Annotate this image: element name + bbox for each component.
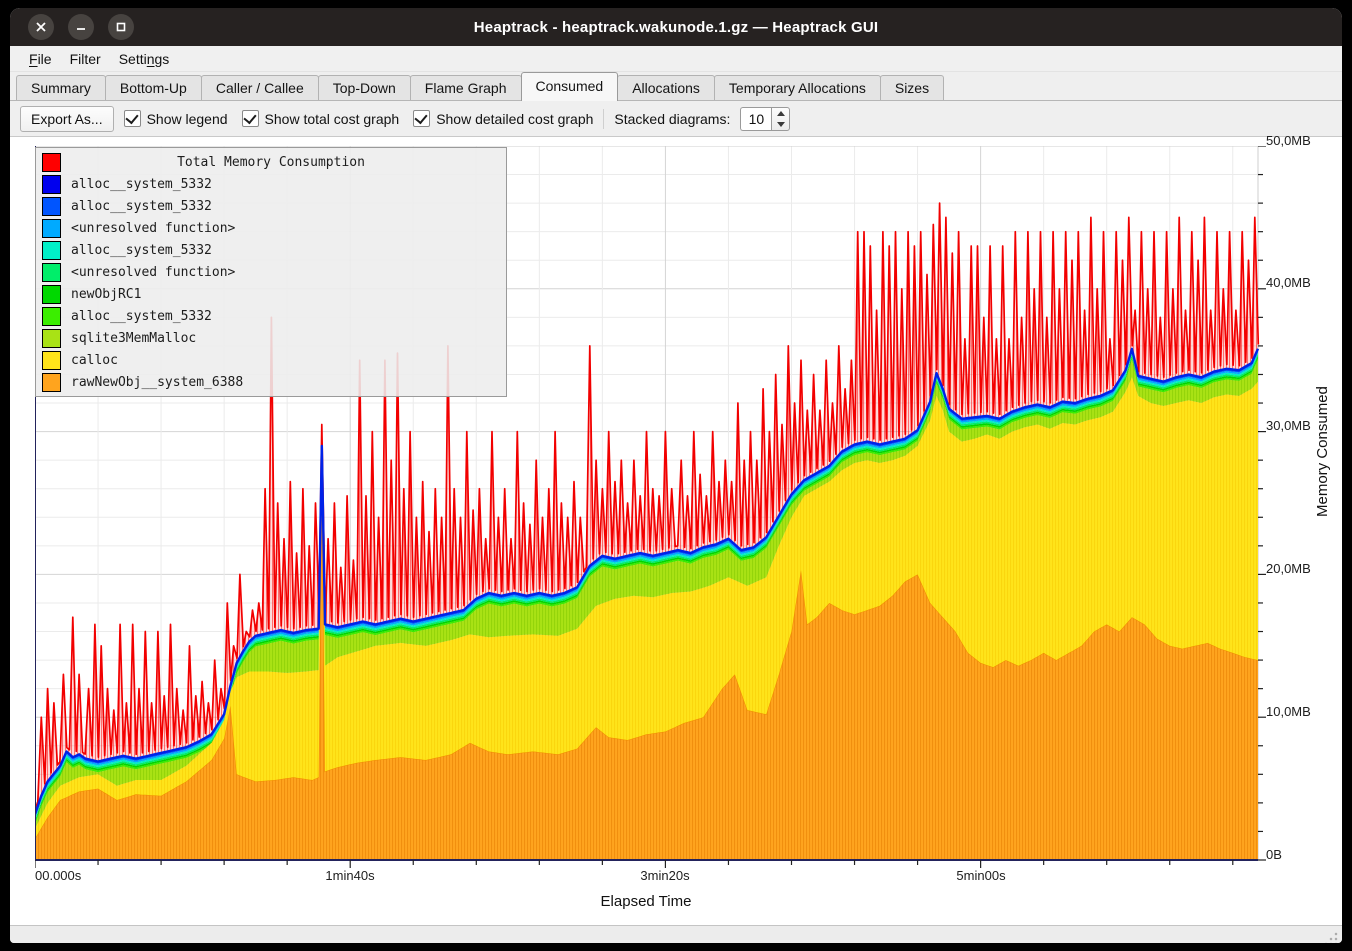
legend-swatch <box>42 373 61 392</box>
legend-item: alloc__system_5332 <box>36 305 506 327</box>
window-title: Heaptrack - heaptrack.wakunode.1.gz — He… <box>10 19 1342 36</box>
legend-label: alloc__system_5332 <box>71 199 212 214</box>
legend-item: calloc <box>36 349 506 371</box>
legend-swatch <box>42 197 61 216</box>
legend-label: sqlite3MemMalloc <box>71 331 196 346</box>
legend-swatch <box>42 329 61 348</box>
checkbox-label: Show detailed cost graph <box>436 111 593 127</box>
x-tick-100: 1min40s <box>325 868 374 883</box>
legend-swatch <box>42 175 61 194</box>
legend-item: sqlite3MemMalloc <box>36 327 506 349</box>
legend-item: <unresolved function> <box>36 261 506 283</box>
checkmark-icon <box>242 110 259 127</box>
checkbox-show-detailed-cost-graph[interactable]: Show detailed cost graph <box>413 110 593 127</box>
y-axis-title: Memory Consumed <box>1314 386 1331 517</box>
legend-item: alloc__system_5332 <box>36 173 506 195</box>
legend-swatch <box>42 219 61 238</box>
consumed-chart-panel: Total Memory Consumption alloc__system_53… <box>10 136 1342 925</box>
export-as-button[interactable]: Export As... <box>20 106 114 132</box>
tab-caller-callee[interactable]: Caller / Callee <box>201 75 319 101</box>
legend-item: <unresolved function> <box>36 217 506 239</box>
checkbox-show-legend[interactable]: Show legend <box>124 110 228 127</box>
legend-label: alloc__system_5332 <box>71 309 212 324</box>
x-tick-300: 5min00s <box>956 868 1005 883</box>
tab-bar: SummaryBottom-UpCaller / CalleeTop-DownF… <box>10 72 1342 101</box>
tab-top-down[interactable]: Top-Down <box>318 75 411 101</box>
menu-filter[interactable]: Filter <box>61 49 110 69</box>
y-tick-40: 40,0MB <box>1266 275 1336 290</box>
legend-item: alloc__system_5332 <box>36 195 506 217</box>
legend-swatch <box>42 263 61 282</box>
stacked-diagrams-stepper[interactable]: 10 <box>740 107 790 131</box>
checkmark-icon <box>413 110 430 127</box>
status-bar <box>10 925 1342 943</box>
tab-allocations[interactable]: Allocations <box>617 75 715 101</box>
y-tick-10: 10,0MB <box>1266 704 1336 719</box>
legend-swatch <box>42 351 61 370</box>
legend-title-row: Total Memory Consumption <box>36 151 506 173</box>
chevron-down-icon <box>777 122 785 127</box>
checkbox-show-total-cost-graph[interactable]: Show total cost graph <box>242 110 400 127</box>
chart-legend: Total Memory Consumption alloc__system_53… <box>35 147 507 397</box>
legend-label: <unresolved function> <box>71 221 235 236</box>
tab-bottom-up[interactable]: Bottom-Up <box>105 75 202 101</box>
checkmark-icon <box>124 110 141 127</box>
legend-swatch <box>42 285 61 304</box>
menu-file[interactable]: File <box>20 49 61 69</box>
tab-flame-graph[interactable]: Flame Graph <box>410 75 522 101</box>
legend-label: Total Memory Consumption <box>36 155 506 170</box>
y-tick-50: 50,0MB <box>1266 133 1336 148</box>
menu-settings[interactable]: Settings <box>110 49 179 69</box>
checkbox-label: Show total cost graph <box>265 111 400 127</box>
x-tick-200: 3min20s <box>640 868 689 883</box>
y-tick-20: 20,0MB <box>1266 561 1336 576</box>
x-tick-0: 00.000s <box>35 868 81 883</box>
stepper-up-button[interactable] <box>772 108 789 119</box>
stepper-down-button[interactable] <box>772 119 789 130</box>
chevron-up-icon <box>777 111 785 116</box>
x-axis-title: Elapsed Time <box>601 893 692 910</box>
legend-label: calloc <box>71 353 118 368</box>
tab-consumed[interactable]: Consumed <box>521 72 619 101</box>
legend-label: newObjRC1 <box>71 287 141 302</box>
heaptrack-window: Heaptrack - heaptrack.wakunode.1.gz — He… <box>10 8 1342 943</box>
stacked-diagrams-value[interactable]: 10 <box>740 107 771 131</box>
legend-label: alloc__system_5332 <box>71 177 212 192</box>
toolbar-separator <box>603 109 604 129</box>
chart-toolbar: Export As... Show legend Show total cost … <box>10 101 1342 136</box>
titlebar[interactable]: Heaptrack - heaptrack.wakunode.1.gz — He… <box>10 8 1342 46</box>
legend-item: rawNewObj__system_6388 <box>36 371 506 393</box>
legend-item: newObjRC1 <box>36 283 506 305</box>
y-tick-0: 0B <box>1266 847 1336 862</box>
tab-sizes[interactable]: Sizes <box>880 75 944 101</box>
legend-label: alloc__system_5332 <box>71 243 212 258</box>
menu-bar: FileFilterSettings <box>10 46 1342 72</box>
checkbox-label: Show legend <box>147 111 228 127</box>
legend-item: alloc__system_5332 <box>36 239 506 261</box>
tab-summary[interactable]: Summary <box>16 75 106 101</box>
resize-grip-icon[interactable] <box>1325 931 1339 943</box>
stacked-diagrams-label: Stacked diagrams: <box>614 111 730 127</box>
legend-swatch <box>42 241 61 260</box>
tab-temporary-allocations[interactable]: Temporary Allocations <box>714 75 881 101</box>
legend-label: rawNewObj__system_6388 <box>71 375 243 390</box>
legend-swatch <box>42 307 61 326</box>
legend-label: <unresolved function> <box>71 265 235 280</box>
